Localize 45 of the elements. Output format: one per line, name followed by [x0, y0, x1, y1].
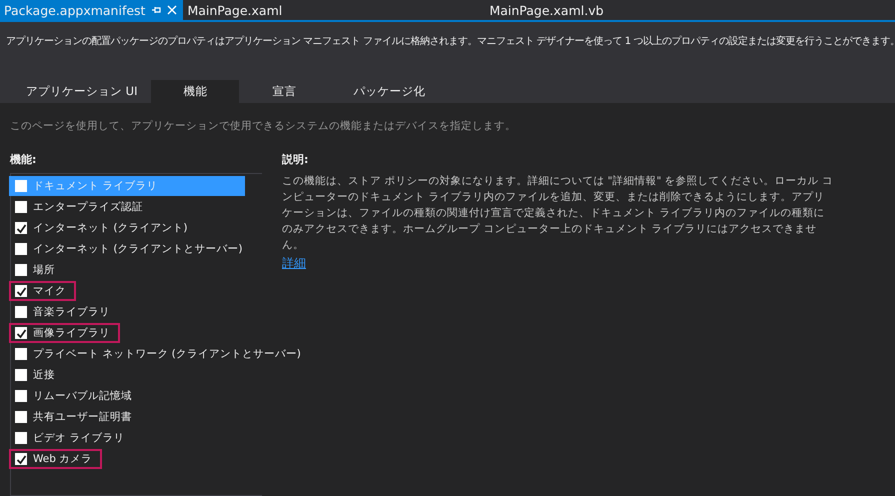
checkbox[interactable]	[15, 432, 27, 444]
close-icon[interactable]	[167, 5, 178, 15]
checkbox[interactable]	[15, 222, 27, 234]
capability-item[interactable]: リムーバブル記憶域	[9, 386, 142, 406]
description-text: この機能は、ストア ポリシーの対象になります。詳細については "詳細情報" を参照してください。ローカル コンピューターのドキュメント ライブラリ内のファイルを追加、変更、または削除できるようにします。アプリケーションは、ファイルの種類の関連付け宣言で定義された、ドキュメント ライブラリ内のファイルの種類にのみアクセスできます。ホームグループ コンピューター上のドキュメント ライブラリにはアクセスできません。	[282, 174, 834, 253]
checkbox[interactable]	[15, 243, 27, 255]
capability-item[interactable]: 音楽ライブラリ	[9, 302, 120, 322]
tab[interactable]: パッケージ化	[329, 80, 450, 103]
document-tab[interactable]: MainPage.xaml.vb	[359, 0, 608, 20]
checkbox[interactable]	[15, 369, 27, 381]
page-hint: このページを使用して、アプリケーションで使用できるシステムの機能またはデバイスを指定します。	[10, 119, 517, 133]
capability-item[interactable]: 場所	[9, 260, 65, 280]
pin-icon[interactable]	[151, 5, 162, 15]
tab-label: MainPage.xaml	[187, 2, 282, 18]
capability-item[interactable]: インターネット (クライアントとサーバー)	[9, 239, 253, 259]
tab-label: Package.appxmanifest	[4, 2, 146, 18]
checkbox[interactable]	[15, 327, 27, 339]
capability-item[interactable]: Web カメラ	[9, 449, 102, 469]
capability-item[interactable]: プライベート ネットワーク (クライアントとサーバー)	[9, 344, 311, 364]
header-text: アプリケーションの配置パッケージのプロパティはアプリケーション マニフェスト ファイルに格納されます。マニフェスト デザイナーを使って 1 つ以上のプロパティの設定または変更を行うことができます。	[6, 34, 895, 48]
tab[interactable]: アプリケーション UI	[12, 80, 152, 103]
checkbox[interactable]	[15, 201, 27, 213]
capability-item[interactable]: マイク	[9, 281, 76, 301]
checkbox[interactable]	[15, 453, 27, 465]
tab-label: MainPage.xaml.vb	[489, 2, 604, 18]
tab[interactable]: 宣言	[239, 80, 330, 103]
checkbox[interactable]	[15, 264, 27, 276]
tab[interactable]: 機能	[151, 80, 240, 103]
checkbox[interactable]	[15, 285, 27, 297]
document-tab[interactable]: Package.appxmanifest	[0, 0, 184, 20]
capability-item[interactable]: 共有ユーザー証明書	[9, 407, 142, 427]
capability-item[interactable]: 近接	[9, 365, 65, 385]
document-tab[interactable]: MainPage.xaml	[183, 0, 360, 20]
checkbox[interactable]	[15, 306, 27, 318]
checkbox[interactable]	[15, 390, 27, 402]
details-link[interactable]: 詳細	[282, 255, 306, 272]
checkbox[interactable]	[15, 411, 27, 423]
description-heading: 説明:	[282, 153, 310, 167]
checkbox[interactable]	[15, 348, 27, 360]
capability-item[interactable]: インターネット (クライアント)	[9, 218, 198, 238]
capability-item[interactable]: 画像ライブラリ	[9, 323, 120, 343]
capabilities-heading: 機能:	[10, 153, 38, 167]
checkbox[interactable]	[15, 180, 27, 192]
capability-item[interactable]: ビデオ ライブラリ	[9, 428, 134, 448]
capability-item[interactable]: エンタープライズ認証	[9, 197, 153, 217]
